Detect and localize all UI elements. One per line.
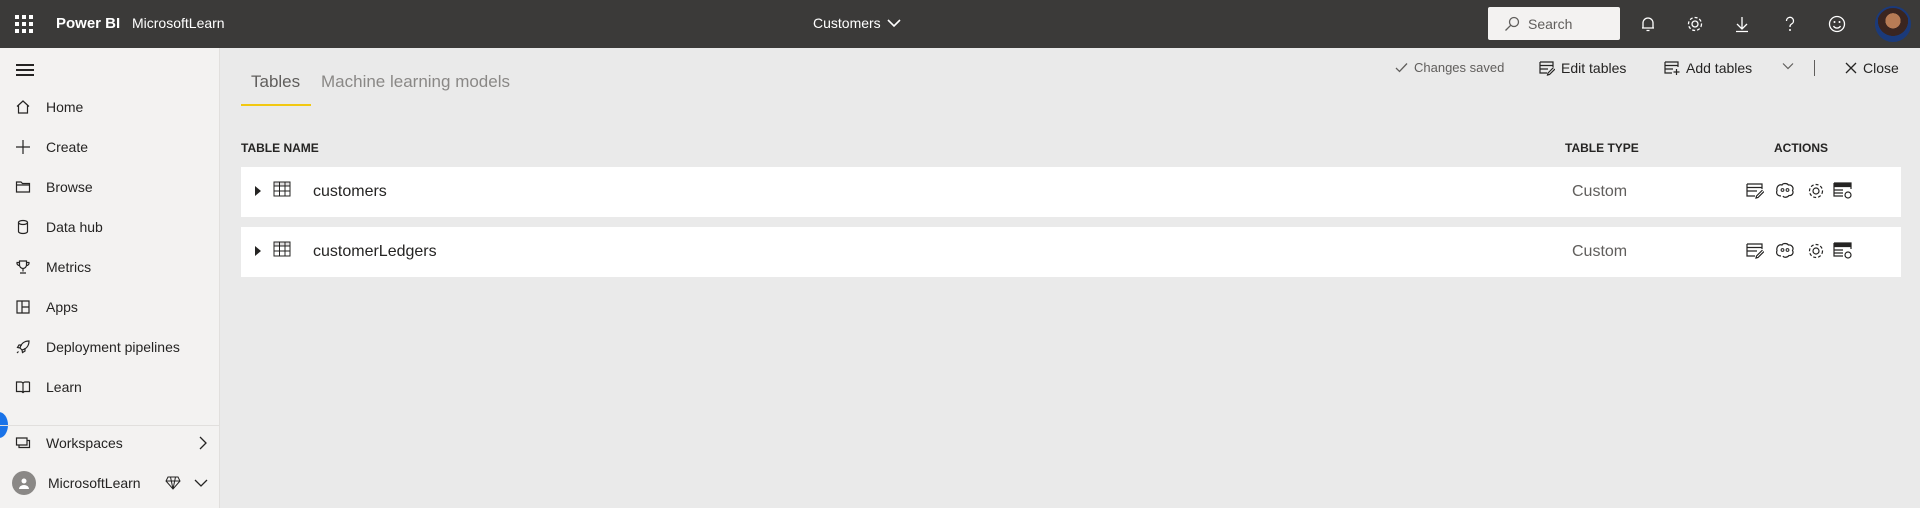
- tab-tables[interactable]: Tables: [251, 72, 300, 92]
- main-content: Tables Machine learning models Changes s…: [221, 48, 1920, 508]
- table-properties-icon[interactable]: [1832, 241, 1854, 261]
- gear-icon[interactable]: [1805, 181, 1827, 201]
- table-row[interactable]: customers Custom: [241, 167, 1901, 217]
- premium-diamond-icon: [165, 476, 181, 490]
- sidebar-item-label: Data hub: [46, 219, 103, 235]
- sidebar-item-label: Learn: [46, 379, 82, 395]
- ai-insights-icon[interactable]: [1774, 181, 1796, 201]
- hamburger-menu-icon[interactable]: [16, 64, 34, 78]
- search-box[interactable]: Search: [1488, 7, 1620, 40]
- table-name: customerLedgers: [313, 243, 437, 260]
- add-tables-dropdown[interactable]: [1782, 62, 1794, 70]
- sidebar-item-deployment-pipelines[interactable]: Deployment pipelines: [0, 329, 220, 365]
- user-avatar[interactable]: [1875, 6, 1911, 42]
- workspaces-icon: [0, 435, 46, 451]
- checkmark-icon: [1395, 63, 1408, 73]
- table-row[interactable]: customerLedgers Custom: [241, 227, 1901, 277]
- add-tables-button[interactable]: Add tables: [1664, 60, 1752, 76]
- status-text: Changes saved: [1414, 60, 1505, 75]
- sidebar-item-data-hub[interactable]: Data hub: [0, 209, 220, 245]
- changes-saved-status: Changes saved: [1395, 60, 1504, 75]
- sidebar-item-label: Create: [46, 139, 89, 155]
- document-title: Customers: [813, 15, 881, 31]
- expand-row-icon[interactable]: [255, 186, 261, 196]
- help-icon[interactable]: [1778, 12, 1802, 36]
- sidebar-item-create[interactable]: Create: [0, 129, 220, 165]
- edit-tables-button[interactable]: Edit tables: [1539, 60, 1626, 76]
- table-properties-icon[interactable]: [1832, 181, 1854, 201]
- search-icon: [1505, 16, 1520, 31]
- expand-row-icon[interactable]: [255, 246, 261, 256]
- active-tab-indicator: [241, 104, 311, 106]
- sidebar-item-workspaces[interactable]: Workspaces: [0, 425, 220, 461]
- sidebar-item-label: Metrics: [46, 259, 92, 275]
- sidebar-item-label: Browse: [46, 179, 93, 195]
- sidebar-item-metrics[interactable]: Metrics: [0, 249, 220, 285]
- search-placeholder: Search: [1528, 15, 1573, 32]
- home-icon: [0, 99, 46, 115]
- chevron-down-icon: [194, 479, 208, 487]
- table-type: Custom: [1572, 183, 1628, 200]
- table-icon: [273, 181, 291, 197]
- ai-insights-icon[interactable]: [1774, 241, 1796, 261]
- folder-icon: [0, 179, 46, 195]
- sidebar-item-label: Apps: [46, 299, 78, 315]
- rocket-icon: [0, 339, 46, 355]
- tab-machine-learning-models[interactable]: Machine learning models: [321, 72, 510, 92]
- table-name: customers: [313, 183, 387, 200]
- apps-icon: [0, 299, 46, 315]
- close-icon: [1845, 62, 1857, 74]
- download-icon[interactable]: [1730, 12, 1754, 36]
- trophy-icon: [0, 259, 46, 275]
- workspace-name[interactable]: MicrosoftLearn: [132, 15, 225, 31]
- book-icon: [0, 379, 46, 395]
- column-header-actions: ACTIONS: [1774, 141, 1828, 155]
- edit-table-icon: [1539, 60, 1555, 76]
- add-tables-label: Add tables: [1686, 60, 1753, 76]
- feedback-smiley-icon[interactable]: [1825, 12, 1849, 36]
- workspace-avatar-wrap: [0, 471, 48, 495]
- close-button[interactable]: Close: [1845, 60, 1899, 76]
- table-type: Custom: [1572, 243, 1628, 260]
- bell-icon[interactable]: [1636, 12, 1660, 36]
- document-title-dropdown[interactable]: Customers: [813, 15, 901, 31]
- sidebar: Home Create Browse Data hub Metrics Apps…: [0, 48, 220, 508]
- sidebar-item-browse[interactable]: Browse: [0, 169, 220, 205]
- chevron-right-icon: [199, 436, 207, 450]
- sidebar-item-label: MicrosoftLearn: [48, 475, 141, 491]
- database-icon: [0, 219, 46, 235]
- app-name[interactable]: Power BI: [56, 15, 120, 32]
- sidebar-item-label: Home: [46, 99, 84, 115]
- add-table-icon: [1664, 60, 1680, 75]
- close-label: Close: [1863, 60, 1899, 76]
- sidebar-item-apps[interactable]: Apps: [0, 289, 220, 325]
- edit-tables-label: Edit tables: [1561, 60, 1627, 76]
- workspace-avatar-icon: [12, 471, 36, 495]
- gear-icon[interactable]: [1683, 12, 1707, 36]
- chevron-down-icon: [887, 19, 901, 28]
- chevron-down-icon: [1782, 63, 1794, 70]
- edit-table-icon[interactable]: [1744, 241, 1766, 261]
- sidebar-item-current-workspace[interactable]: MicrosoftLearn: [0, 465, 220, 501]
- plus-icon: [0, 139, 46, 155]
- sidebar-item-home[interactable]: Home: [0, 89, 220, 125]
- sidebar-item-label: Workspaces: [46, 435, 123, 451]
- top-bar: Power BI MicrosoftLearn Customers Search: [0, 0, 1920, 48]
- app-launcher-icon[interactable]: [15, 15, 33, 33]
- edit-table-icon[interactable]: [1744, 181, 1766, 201]
- gear-icon[interactable]: [1805, 241, 1827, 261]
- sidebar-item-learn[interactable]: Learn: [0, 369, 220, 405]
- sidebar-item-label: Deployment pipelines: [46, 339, 180, 355]
- command-separator: [1814, 60, 1815, 76]
- column-header-table-name: TABLE NAME: [241, 141, 319, 155]
- table-icon: [273, 241, 291, 257]
- column-header-table-type: TABLE TYPE: [1565, 141, 1639, 155]
